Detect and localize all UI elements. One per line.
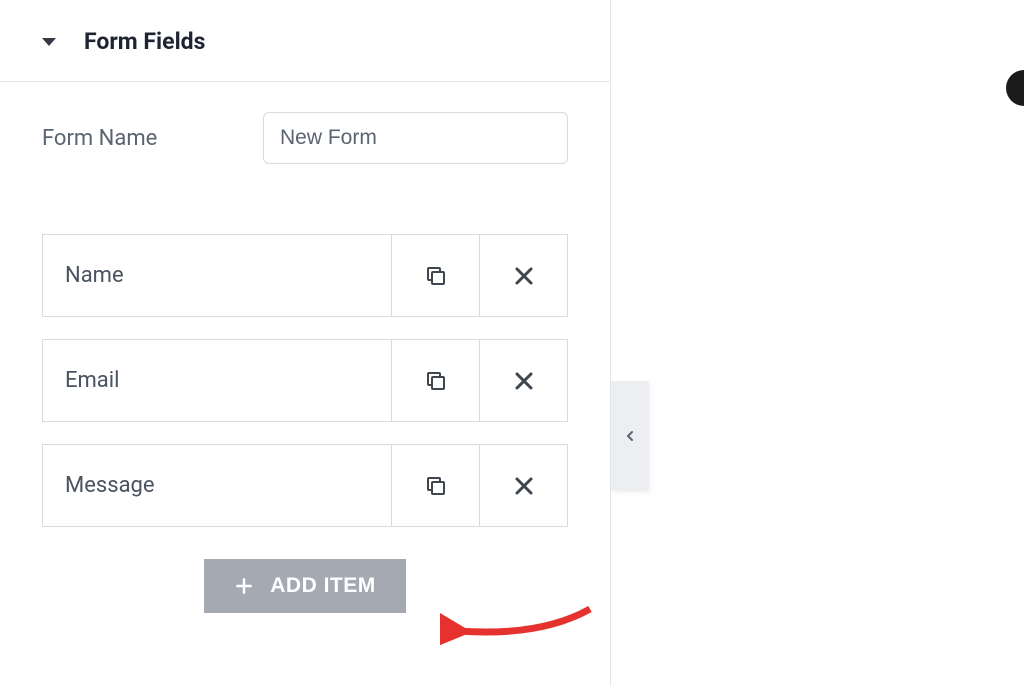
field-items-list: Name Email	[0, 164, 610, 613]
section-header[interactable]: Form Fields	[0, 0, 610, 82]
field-item-label: Email	[43, 340, 391, 421]
close-icon	[512, 264, 536, 288]
remove-button[interactable]	[479, 235, 567, 316]
edge-circle	[1006, 70, 1024, 106]
section-title: Form Fields	[84, 28, 205, 55]
form-editor-panel: Form Fields Form Name Name Email	[0, 0, 611, 686]
field-item[interactable]: Email	[42, 339, 568, 422]
close-icon	[512, 369, 536, 393]
chevron-left-icon	[622, 428, 638, 444]
copy-icon	[424, 264, 448, 288]
field-item[interactable]: Name	[42, 234, 568, 317]
form-name-label: Form Name	[42, 126, 263, 151]
chevron-down-icon	[42, 38, 56, 46]
copy-icon	[424, 369, 448, 393]
close-icon	[512, 474, 536, 498]
form-name-row: Form Name	[0, 82, 610, 164]
duplicate-button[interactable]	[391, 235, 479, 316]
duplicate-button[interactable]	[391, 445, 479, 526]
add-item-label: ADD ITEM	[270, 574, 376, 598]
duplicate-button[interactable]	[391, 340, 479, 421]
form-name-input[interactable]	[263, 112, 568, 164]
field-item-label: Message	[43, 445, 391, 526]
remove-button[interactable]	[479, 445, 567, 526]
add-item-wrap: ADD ITEM	[42, 549, 568, 613]
copy-icon	[424, 474, 448, 498]
plus-icon	[234, 576, 254, 596]
collapse-panel-tab[interactable]	[611, 381, 649, 491]
field-item[interactable]: Message	[42, 444, 568, 527]
remove-button[interactable]	[479, 340, 567, 421]
field-item-label: Name	[43, 235, 391, 316]
add-item-button[interactable]: ADD ITEM	[204, 559, 406, 613]
